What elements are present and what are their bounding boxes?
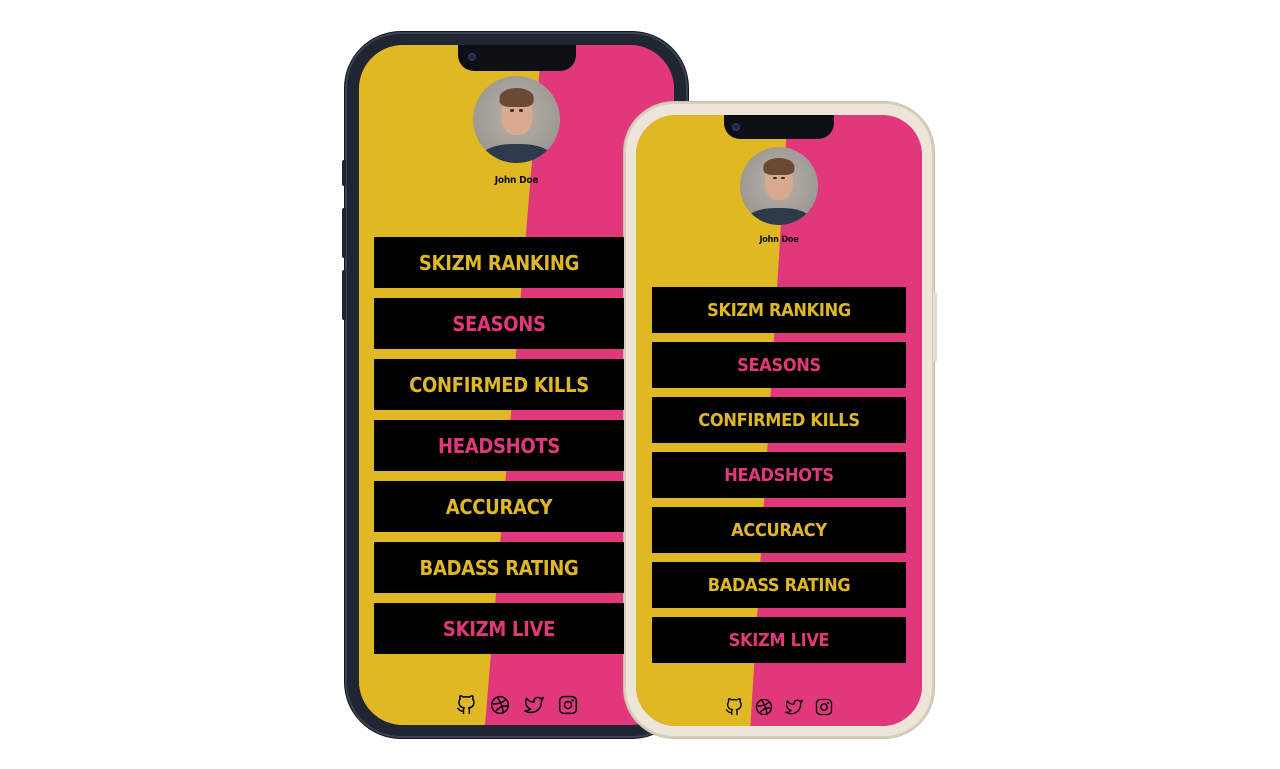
link-badass-rating[interactable]: BADASS RATING [374, 542, 624, 593]
avatar [740, 147, 818, 225]
github-icon[interactable] [725, 698, 743, 716]
dribbble-icon[interactable] [490, 695, 510, 715]
notch [457, 45, 576, 71]
link-skizm-live[interactable]: SKIZM LIVE [374, 603, 624, 654]
link-skizm-ranking[interactable]: SKIZM RANKING [652, 287, 906, 333]
social-links [636, 698, 922, 716]
profile-name: John Doe [494, 175, 539, 186]
link-skizm-ranking[interactable]: SKIZM RANKING [374, 237, 624, 288]
camera-icon [467, 53, 476, 61]
power-button [933, 292, 937, 362]
avatar [473, 76, 560, 163]
link-seasons[interactable]: SEASONS [374, 298, 624, 349]
link-confirmed-kills[interactable]: CONFIRMED KILLS [652, 397, 906, 443]
link-seasons[interactable]: SEASONS [652, 342, 906, 388]
twitter-icon[interactable] [523, 695, 544, 715]
link-headshots[interactable]: HEADSHOTS [652, 452, 906, 498]
twitter-icon[interactable] [785, 698, 803, 716]
notch [724, 115, 834, 139]
mute-switch [342, 160, 346, 186]
volume-down-button [342, 270, 346, 320]
profile-header: John Doe [359, 76, 674, 186]
profile-name: John Doe [759, 235, 799, 245]
link-accuracy[interactable]: ACCURACY [374, 481, 624, 532]
social-links [359, 695, 674, 715]
phone-screen: John Doe SKIZM RANKING SEASONS CONFIRMED… [636, 115, 922, 726]
link-badass-rating[interactable]: BADASS RATING [652, 562, 906, 608]
profile-header: John Doe [636, 147, 922, 245]
github-icon[interactable] [456, 695, 476, 715]
mockup-stage: John Doe SKIZM RANKING SEASONS CONFIRMED… [0, 0, 1280, 769]
volume-up-button [342, 208, 346, 258]
link-list: SKIZM RANKING SEASONS CONFIRMED KILLS HE… [374, 237, 624, 654]
link-confirmed-kills[interactable]: CONFIRMED KILLS [374, 359, 624, 410]
link-skizm-live[interactable]: SKIZM LIVE [652, 617, 906, 663]
camera-icon [732, 123, 740, 131]
instagram-icon[interactable] [558, 695, 578, 715]
link-headshots[interactable]: HEADSHOTS [374, 420, 624, 471]
dribbble-icon[interactable] [755, 698, 773, 716]
phone-light: John Doe SKIZM RANKING SEASONS CONFIRMED… [624, 102, 937, 738]
link-list: SKIZM RANKING SEASONS CONFIRMED KILLS HE… [652, 287, 906, 663]
link-accuracy[interactable]: ACCURACY [652, 507, 906, 553]
instagram-icon[interactable] [815, 698, 833, 716]
